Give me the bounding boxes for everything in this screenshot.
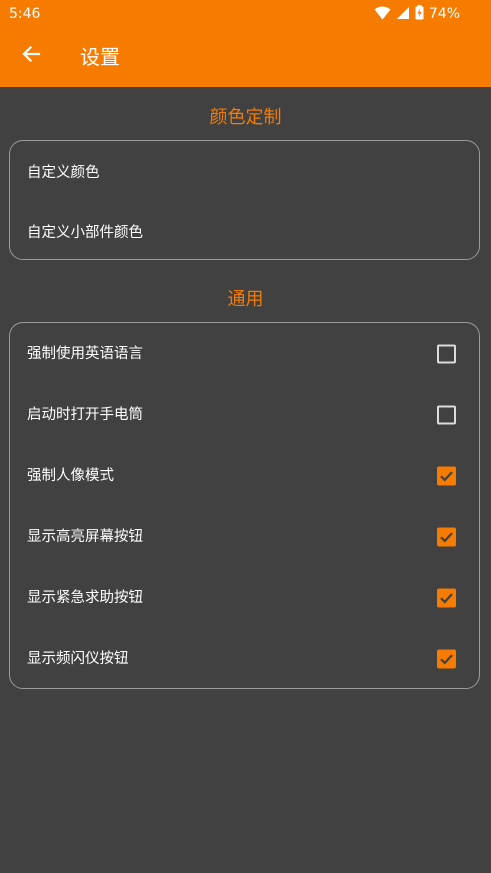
custom-widget-color-item[interactable]: 自定义小部件颜色 xyxy=(10,202,479,263)
force-english-checkbox[interactable] xyxy=(437,344,456,363)
flashlight-on-start-checkbox[interactable] xyxy=(437,405,456,424)
bright-display-button-label: 显示高亮屏幕按钮 xyxy=(27,528,143,545)
stroboscope-button-item[interactable]: 显示频闪仪按钮 xyxy=(10,628,479,689)
section-header-color-custom: 颜色定制 xyxy=(209,107,282,128)
checkmark-icon xyxy=(440,531,453,542)
sos-button-label: 显示紧急求助按钮 xyxy=(27,589,143,606)
bright-display-button-item[interactable]: 显示高亮屏幕按钮 xyxy=(10,506,479,567)
page-title: 设置 xyxy=(80,45,120,69)
battery-charging-icon xyxy=(415,4,424,24)
section-header-general: 通用 xyxy=(227,289,264,310)
stroboscope-button-label: 显示频闪仪按钮 xyxy=(27,650,129,667)
general-card: 强制使用英语语言 启动时打开手电筒 强制人像模式 显示高亮屏幕按钮 显示紧急求助… xyxy=(9,322,480,689)
checkmark-icon xyxy=(440,653,453,664)
flashlight-on-start-item[interactable]: 启动时打开手电筒 xyxy=(10,384,479,445)
status-icons: 74% xyxy=(374,4,460,24)
sos-button-checkbox[interactable] xyxy=(437,588,456,607)
force-english-label: 强制使用英语语言 xyxy=(27,345,143,362)
custom-color-item[interactable]: 自定义颜色 xyxy=(10,142,479,203)
force-portrait-label: 强制人像模式 xyxy=(27,467,114,484)
signal-icon xyxy=(396,5,410,24)
flashlight-on-start-label: 启动时打开手电筒 xyxy=(27,406,143,423)
color-custom-card: 自定义颜色 自定义小部件颜色 xyxy=(9,140,480,260)
custom-widget-color-label: 自定义小部件颜色 xyxy=(27,224,143,241)
battery-percent: 74% xyxy=(428,6,460,22)
sos-button-item[interactable]: 显示紧急求助按钮 xyxy=(10,567,479,628)
bright-display-button-checkbox[interactable] xyxy=(437,527,456,546)
force-portrait-checkbox[interactable] xyxy=(437,466,456,485)
app-bar: 设置 xyxy=(0,28,491,87)
checkmark-icon xyxy=(440,592,453,603)
force-portrait-item[interactable]: 强制人像模式 xyxy=(10,445,479,506)
custom-color-label: 自定义颜色 xyxy=(27,164,100,181)
arrow-back-icon xyxy=(21,44,41,68)
wifi-icon xyxy=(374,5,391,24)
stroboscope-button-checkbox[interactable] xyxy=(437,649,456,668)
force-english-item[interactable]: 强制使用英语语言 xyxy=(10,323,479,384)
back-button[interactable] xyxy=(14,39,48,73)
checkmark-icon xyxy=(440,470,453,481)
status-bar: 5:46 74% xyxy=(0,0,491,28)
status-time: 5:46 xyxy=(9,6,41,22)
